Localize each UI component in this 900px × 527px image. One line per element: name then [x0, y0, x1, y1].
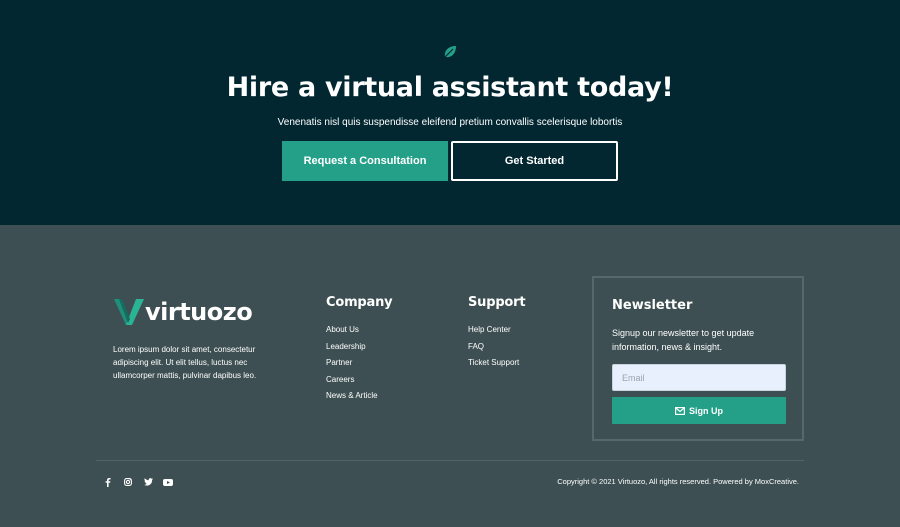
link-careers[interactable]: Careers — [326, 375, 378, 392]
about-text: Lorem ipsum dolor sit amet, consectetur … — [113, 345, 257, 380]
company-heading: Company — [326, 295, 393, 310]
link-faq[interactable]: FAQ — [468, 342, 519, 359]
email-input[interactable] — [612, 364, 786, 391]
cta-hero: Hire a virtual assistant today! Venenati… — [0, 0, 900, 225]
link-news-article[interactable]: News & Article — [326, 391, 378, 408]
request-consultation-button[interactable]: Request a Consultation — [282, 141, 448, 181]
facebook-icon[interactable] — [103, 477, 113, 487]
newsletter-heading: Newsletter — [612, 298, 693, 313]
newsletter-box: Newsletter Signup our newsletter to get … — [592, 276, 804, 441]
support-links: Help Center FAQ Ticket Support — [468, 325, 519, 375]
twitter-icon[interactable] — [143, 477, 153, 487]
footer-divider — [96, 460, 804, 461]
support-heading: Support — [468, 295, 526, 310]
get-started-button[interactable]: Get Started — [451, 141, 618, 181]
hero-subtitle: Venenatis nisl quis suspendisse eleifend… — [277, 117, 623, 128]
link-ticket-support[interactable]: Ticket Support — [468, 358, 519, 375]
sign-up-button[interactable]: Sign Up — [612, 397, 786, 424]
hero-title: Hire a virtual assistant today! — [226, 72, 674, 103]
copyright-text: Copyright © 2021 Virtuozo, All rights re… — [557, 477, 799, 486]
logo-wordmark: virtuozo — [145, 298, 253, 326]
link-partner[interactable]: Partner — [326, 358, 378, 375]
link-about-us[interactable]: About Us — [326, 325, 378, 342]
logo-v-icon — [114, 299, 144, 325]
envelope-icon — [675, 406, 685, 415]
brand-logo[interactable]: virtuozo — [113, 297, 253, 327]
youtube-icon[interactable] — [163, 477, 173, 487]
instagram-icon[interactable] — [123, 477, 133, 487]
link-help-center[interactable]: Help Center — [468, 325, 519, 342]
newsletter-text: Signup our newsletter to get update info… — [612, 328, 755, 352]
leaf-icon — [444, 46, 456, 58]
company-links: About Us Leadership Partner Careers News… — [326, 325, 378, 408]
social-links — [103, 477, 173, 487]
link-leadership[interactable]: Leadership — [326, 342, 378, 359]
